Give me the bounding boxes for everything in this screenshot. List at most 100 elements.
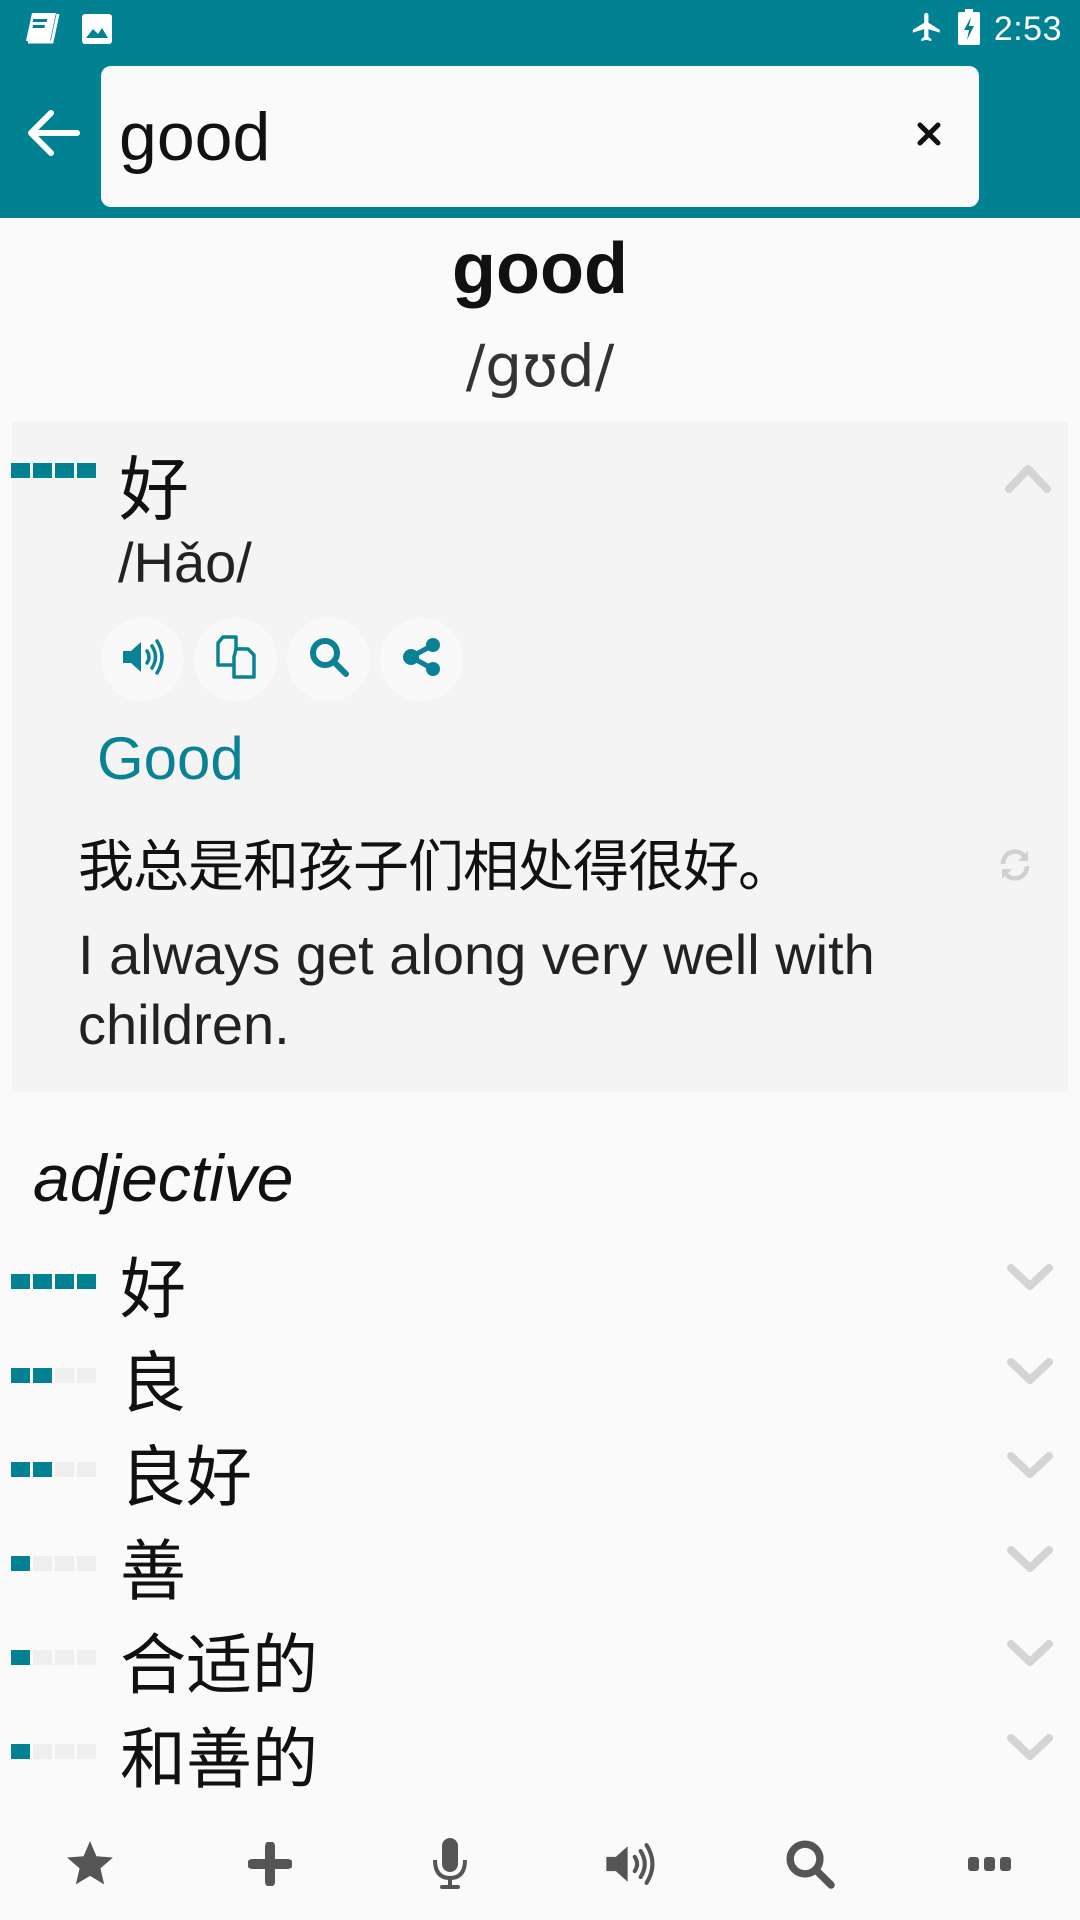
copy-icon	[214, 635, 258, 684]
search-icon	[308, 636, 350, 683]
app-bar: 2:53	[0, 0, 1080, 218]
translation-chinese: 良好	[120, 1439, 252, 1516]
speaker-icon	[604, 1840, 656, 1893]
chevron-down-icon	[1007, 1639, 1053, 1674]
frequency-segment	[77, 463, 96, 478]
next-example-button[interactable]	[990, 842, 1040, 892]
chevron-down-icon	[1007, 1451, 1053, 1486]
share-icon	[402, 637, 442, 682]
chevron-up-icon	[1005, 463, 1051, 498]
status-bar-system: 2:53	[910, 6, 1062, 52]
back-button[interactable]	[18, 100, 88, 170]
translation-row[interactable]: 善	[0, 1514, 1080, 1610]
frequency-segment	[11, 1556, 30, 1571]
frequency-segment	[33, 1650, 52, 1665]
frequency-segment	[55, 1462, 74, 1477]
frequency-indicator	[11, 1556, 96, 1571]
translation-row[interactable]: 好	[0, 1232, 1080, 1328]
chevron-down-icon	[1007, 1733, 1053, 1768]
frequency-indicator	[11, 1368, 96, 1383]
frequency-segment	[11, 463, 30, 478]
more-icon	[968, 1856, 1012, 1876]
frequency-segment	[55, 1274, 74, 1289]
add-button[interactable]	[180, 1826, 360, 1906]
translation-row[interactable]: 良好	[0, 1420, 1080, 1516]
frequency-segment	[77, 1462, 96, 1477]
collapse-button[interactable]	[998, 450, 1058, 510]
chevron-down-icon	[1007, 1263, 1053, 1298]
close-icon	[917, 122, 941, 151]
expand-button[interactable]	[1002, 1534, 1058, 1590]
frequency-segment	[33, 1274, 52, 1289]
clear-search-button[interactable]	[901, 108, 957, 164]
frequency-segment	[11, 1368, 30, 1383]
frequency-segment	[33, 463, 52, 478]
frequency-segment	[11, 1744, 30, 1759]
translation-row[interactable]: 合适的	[0, 1608, 1080, 1704]
frequency-segment	[33, 1556, 52, 1571]
example-chinese: 我总是和孩子们相处得很好。	[78, 835, 794, 900]
translation-chinese: 好	[119, 449, 189, 531]
frequency-segment	[55, 1650, 74, 1665]
frequency-segment	[33, 1368, 52, 1383]
translation-row[interactable]: 良	[0, 1326, 1080, 1422]
translation-meaning: Good	[97, 725, 244, 792]
translation-row[interactable]: 和善的	[0, 1702, 1080, 1798]
expand-button[interactable]	[1002, 1628, 1058, 1684]
expand-button[interactable]	[1002, 1346, 1058, 1402]
share-button[interactable]	[380, 618, 463, 701]
airplane-mode-icon	[910, 10, 944, 49]
translation-chinese: 良	[120, 1345, 186, 1422]
frequency-indicator	[11, 1650, 96, 1665]
frequency-indicator	[11, 463, 96, 478]
translation-pinyin: /Hǎo/	[118, 531, 252, 594]
translation-chinese: 善	[120, 1533, 186, 1610]
translation-chinese: 和善的	[120, 1721, 318, 1798]
expand-button[interactable]	[1002, 1722, 1058, 1778]
voice-input-button[interactable]	[360, 1826, 540, 1906]
star-icon	[65, 1840, 115, 1893]
frequency-segment	[11, 1462, 30, 1477]
expanded-translation-card: 好 /Hǎo/ Good 我总是和孩子们相处得很好。 I always get …	[11, 422, 1068, 1092]
headword-phonetic: /gʊd/	[465, 332, 615, 400]
frequency-segment	[33, 1462, 52, 1477]
frequency-indicator	[11, 1462, 96, 1477]
frequency-segment	[55, 1368, 74, 1383]
image-icon	[82, 13, 112, 49]
search-icon	[784, 1838, 836, 1895]
headword: good	[452, 229, 628, 309]
speaker-icon	[121, 637, 165, 682]
chevron-down-icon	[1007, 1357, 1053, 1392]
expand-button[interactable]	[1002, 1252, 1058, 1308]
frequency-segment	[55, 1556, 74, 1571]
bottom-toolbar	[0, 1826, 1080, 1920]
search-button[interactable]	[720, 1826, 900, 1906]
more-button[interactable]	[900, 1826, 1080, 1906]
translation-actions	[101, 618, 463, 701]
frequency-segment	[77, 1650, 96, 1665]
frequency-segment	[11, 1274, 30, 1289]
frequency-segment	[77, 1556, 96, 1571]
example-english: I always get along very well with childr…	[78, 923, 875, 1056]
translation-list: 好 良 良好 善 合适的 和善的	[0, 1232, 1080, 1826]
search-box	[101, 66, 979, 207]
part-of-speech-heading: adjective	[33, 1141, 294, 1215]
copy-button[interactable]	[194, 618, 277, 701]
speak-button[interactable]	[101, 618, 184, 701]
frequency-indicator	[11, 1744, 96, 1759]
lookup-button[interactable]	[287, 618, 370, 701]
arrow-left-icon	[25, 108, 81, 163]
translation-chinese: 合适的	[120, 1627, 318, 1704]
pronounce-button[interactable]	[540, 1826, 720, 1906]
chevron-down-icon	[1007, 1545, 1053, 1580]
expand-button[interactable]	[1002, 1440, 1058, 1496]
frequency-segment	[77, 1274, 96, 1289]
frequency-segment	[11, 1650, 30, 1665]
search-input[interactable]	[119, 86, 879, 187]
frequency-segment	[77, 1368, 96, 1383]
frequency-segment	[55, 463, 74, 478]
dictionary-app-icon	[22, 11, 60, 52]
microphone-icon	[432, 1837, 468, 1895]
plus-icon	[247, 1840, 293, 1891]
favorites-button[interactable]	[0, 1826, 180, 1906]
